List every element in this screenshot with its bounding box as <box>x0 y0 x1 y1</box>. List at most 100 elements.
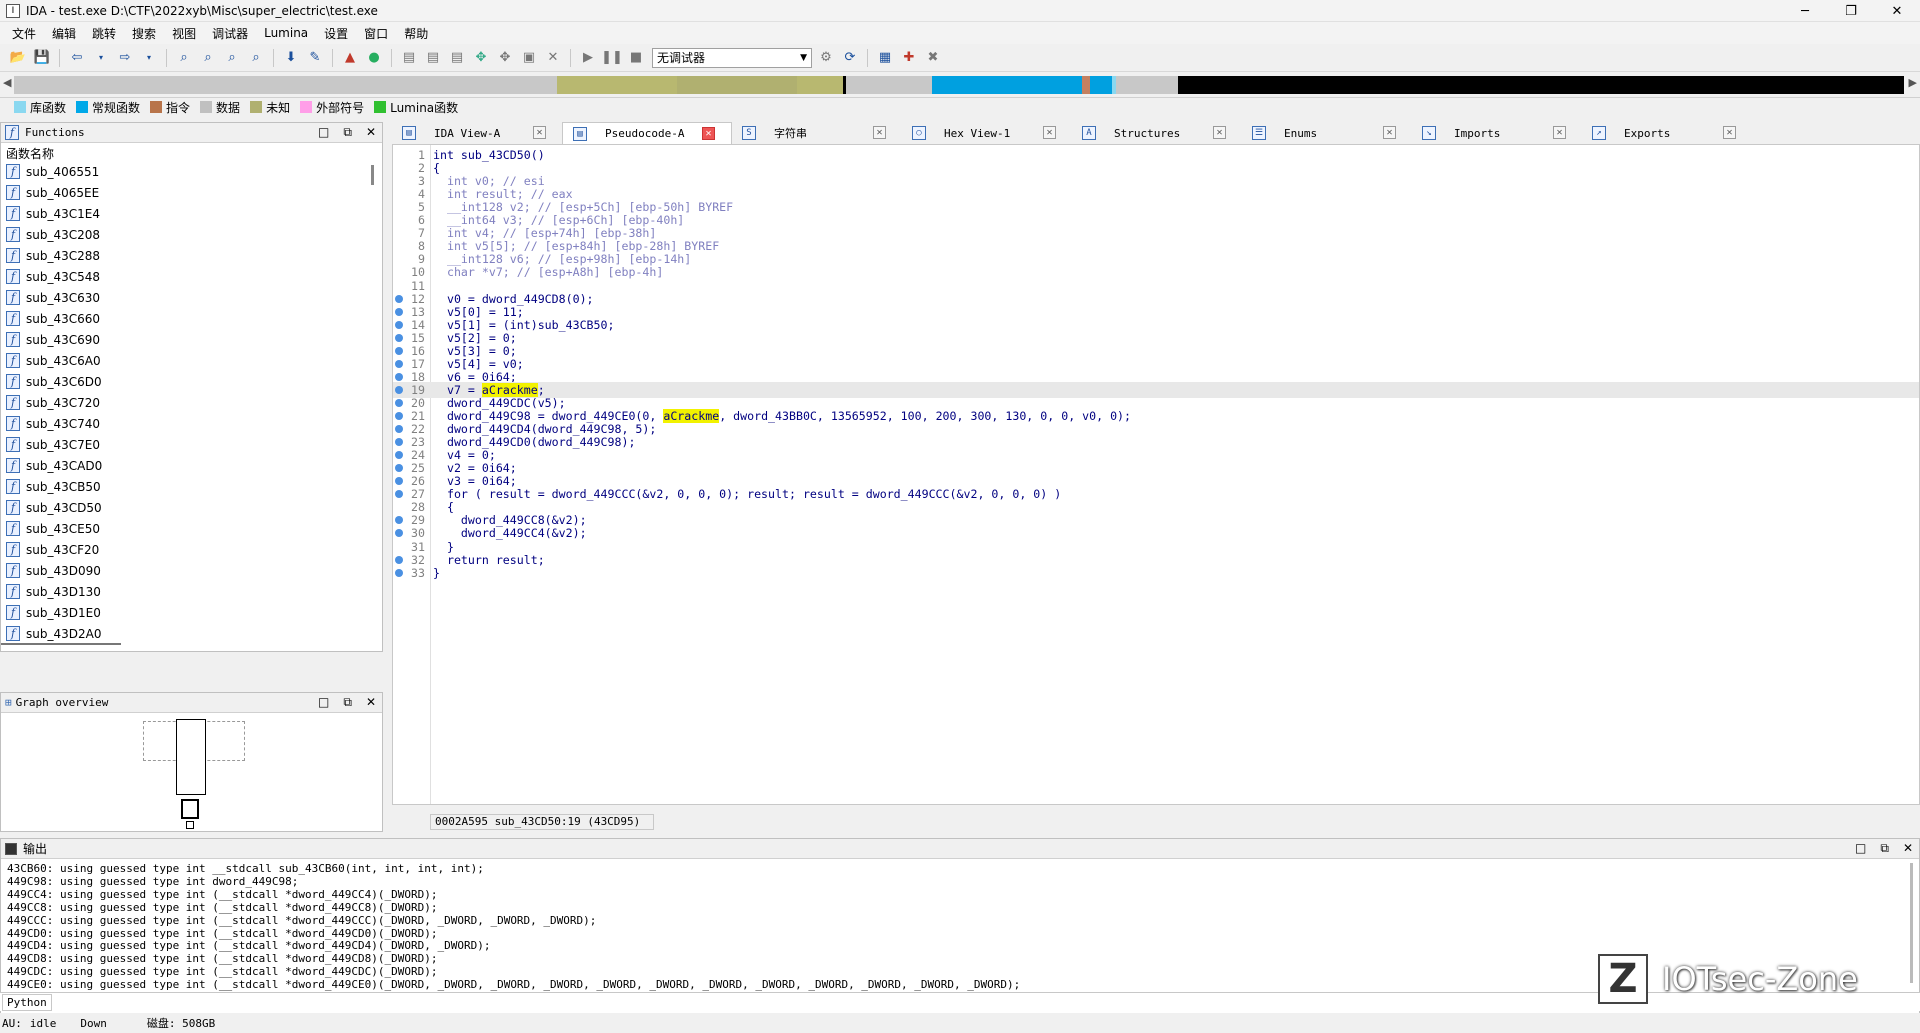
remove-icon[interactable]: ✖ <box>923 48 943 68</box>
menu-options[interactable]: 设置 <box>316 25 356 42</box>
nav-right-arrow-icon[interactable]: ▶ <box>1909 76 1917 89</box>
panel-close-icon[interactable]: ✕ <box>1903 841 1913 856</box>
panel-close-icon[interactable]: ✕ <box>366 125 376 140</box>
function-list-item[interactable]: f sub_43D130 <box>1 581 376 602</box>
search-text-icon[interactable]: ⌕ <box>174 48 194 68</box>
tab-close-icon[interactable]: ✕ <box>533 126 546 139</box>
tab-close-icon[interactable]: ✕ <box>702 127 715 140</box>
string-icon[interactable]: ▤ <box>447 48 467 68</box>
function-list-item[interactable]: f sub_43C548 <box>1 266 376 287</box>
tab-strings[interactable]: S 字符串 ✕ <box>732 122 902 144</box>
open-file-icon[interactable]: 📂 <box>8 48 28 68</box>
function-list-item[interactable]: f sub_43CF20 <box>1 539 376 560</box>
function-list-item[interactable]: f sub_43C630 <box>1 287 376 308</box>
function-list-item[interactable]: f sub_43C6D0 <box>1 371 376 392</box>
tab-close-icon[interactable]: ✕ <box>1723 126 1736 139</box>
menu-file[interactable]: 文件 <box>4 25 44 42</box>
function-list-item[interactable]: f sub_43CE50 <box>1 518 376 539</box>
back-icon[interactable]: ⇦ <box>67 48 87 68</box>
function-list-item[interactable]: f sub_43C208 <box>1 224 376 245</box>
forward-icon[interactable]: ⇨ <box>115 48 135 68</box>
python-button[interactable]: Python <box>2 993 52 1011</box>
tab-imports[interactable]: ↘ Imports ✕ <box>1412 122 1582 144</box>
function-list-item[interactable]: f sub_43C660 <box>1 308 376 329</box>
horizontal-scrollbar[interactable] <box>1 643 121 645</box>
green-circle-icon[interactable]: ● <box>364 48 384 68</box>
debugger-select[interactable]: 无调试器 ▼ <box>652 47 812 68</box>
delete-icon[interactable]: ✕ <box>543 48 563 68</box>
patch-icon[interactable]: ▣ <box>519 48 539 68</box>
undefine-icon[interactable]: ✥ <box>495 48 515 68</box>
function-list-item[interactable]: f sub_43D2A0 <box>1 623 376 644</box>
navigation-band[interactable]: ◀ ▶ <box>0 72 1920 98</box>
column-header-name[interactable]: 函数名称 <box>6 145 54 162</box>
panel-minimize-icon[interactable]: □ <box>1855 841 1866 856</box>
history-dropdown-icon[interactable]: ▾ <box>91 48 111 68</box>
close-button[interactable]: ✕ <box>1874 0 1920 22</box>
function-list-item[interactable]: f sub_43CB50 <box>1 476 376 497</box>
tab-pseudocode[interactable]: ▤ Pseudocode-A ✕ <box>562 122 732 144</box>
maximize-button[interactable]: ❐ <box>1828 0 1874 22</box>
function-list-item[interactable]: f sub_43CD50 <box>1 497 376 518</box>
panel-minimize-icon[interactable]: □ <box>318 125 329 140</box>
function-list-item[interactable]: f sub_4065EE <box>1 182 376 203</box>
function-list-item[interactable]: f sub_43C6A0 <box>1 350 376 371</box>
tab-close-icon[interactable]: ✕ <box>1553 126 1566 139</box>
menu-help[interactable]: 帮助 <box>396 25 436 42</box>
function-list-item[interactable]: f sub_43C1E4 <box>1 203 376 224</box>
mark-position-icon[interactable]: ✎ <box>305 48 325 68</box>
panel-float-icon[interactable]: ⧉ <box>343 695 352 710</box>
jump-down-icon[interactable]: ⬇ <box>281 48 301 68</box>
menu-jump[interactable]: 跳转 <box>84 25 124 42</box>
stop-icon[interactable]: ■ <box>626 48 646 68</box>
pseudocode-view[interactable]: 1 int sub_43CD50() 2{3 int v0; // esi 4 int… <box>392 144 1920 805</box>
tab-exports[interactable]: ↗ Exports ✕ <box>1582 122 1752 144</box>
debugger-options-icon[interactable]: ⚙ <box>816 48 836 68</box>
function-list-item[interactable]: f sub_43D1E0 <box>1 602 376 623</box>
pause-icon[interactable]: ❚❚ <box>601 48 623 68</box>
panel-float-icon[interactable]: ⧉ <box>343 125 352 140</box>
tab-close-icon[interactable]: ✕ <box>1383 126 1396 139</box>
chart-icon[interactable]: ▦ <box>875 48 895 68</box>
minimize-button[interactable]: ─ <box>1782 0 1828 22</box>
tab-close-icon[interactable]: ✕ <box>873 126 886 139</box>
tab-ida-view[interactable]: ▤ IDA View-A ✕ <box>392 122 562 144</box>
menu-view[interactable]: 视图 <box>164 25 204 42</box>
function-list-item[interactable]: f sub_43C288 <box>1 245 376 266</box>
struct-icon[interactable]: ✥ <box>471 48 491 68</box>
refresh-icon[interactable]: ⟳ <box>840 48 860 68</box>
function-list-item[interactable]: f sub_43C740 <box>1 413 376 434</box>
function-list-item[interactable]: f sub_43CAD0 <box>1 455 376 476</box>
function-list-item[interactable]: f sub_43C720 <box>1 392 376 413</box>
data-icon[interactable]: ▤ <box>423 48 443 68</box>
function-list-item[interactable]: f sub_406551 <box>1 161 376 182</box>
add-icon[interactable]: ✚ <box>899 48 919 68</box>
tab-structures[interactable]: A Structures ✕ <box>1072 122 1242 144</box>
tab-close-icon[interactable]: ✕ <box>1213 126 1226 139</box>
nav-left-arrow-icon[interactable]: ◀ <box>3 76 11 89</box>
tab-close-icon[interactable]: ✕ <box>1043 126 1056 139</box>
menu-lumina[interactable]: Lumina <box>256 26 316 40</box>
search-immediate-icon[interactable]: ⌕ <box>222 48 242 68</box>
panel-minimize-icon[interactable]: □ <box>318 695 329 710</box>
menu-search[interactable]: 搜索 <box>124 25 164 42</box>
search-binary-icon[interactable]: ⌕ <box>198 48 218 68</box>
panel-float-icon[interactable]: ⧉ <box>1880 841 1889 856</box>
graph-icon[interactable]: ▲ <box>340 48 360 68</box>
search-next-icon[interactable]: ⌕ <box>246 48 266 68</box>
function-list-item[interactable]: f sub_43C7E0 <box>1 434 376 455</box>
output-scrollbar[interactable] <box>1910 863 1913 983</box>
history-dropdown-icon[interactable]: ▾ <box>139 48 159 68</box>
menu-edit[interactable]: 编辑 <box>44 25 84 42</box>
menu-windows[interactable]: 窗口 <box>356 25 396 42</box>
tab-hex-view[interactable]: ○ Hex View-1 ✕ <box>902 122 1072 144</box>
run-icon[interactable]: ▶ <box>578 48 598 68</box>
tab-enums[interactable]: ☰ Enums ✕ <box>1242 122 1412 144</box>
code-line[interactable]: 33} <box>393 565 1919 581</box>
code-icon[interactable]: ▤ <box>399 48 419 68</box>
function-list-item[interactable]: f sub_43C690 <box>1 329 376 350</box>
function-list-item[interactable]: f sub_43D090 <box>1 560 376 581</box>
panel-close-icon[interactable]: ✕ <box>366 695 376 710</box>
menu-debugger[interactable]: 调试器 <box>204 25 256 42</box>
save-icon[interactable]: 💾 <box>32 48 52 68</box>
